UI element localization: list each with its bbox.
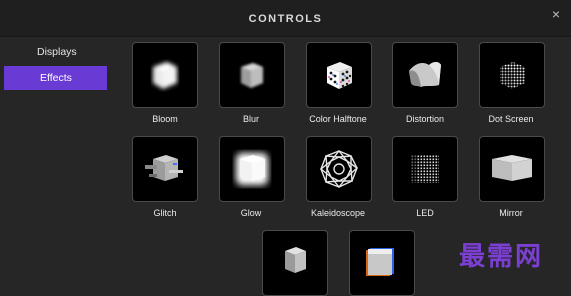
sidebar-item-effects[interactable]: Effects (4, 66, 107, 90)
kaleidoscope-icon (319, 149, 359, 189)
effect-label-led[interactable]: LED (375, 208, 475, 218)
effect-label-kaleidoscope[interactable]: Kaleidoscope (288, 208, 388, 218)
effect-label-color-halftone[interactable]: Color Halftone (288, 114, 388, 124)
effect-tile-bloom[interactable] (132, 42, 198, 108)
effect-tile-blur[interactable] (219, 42, 285, 108)
effect-label-dot-screen[interactable]: Dot Screen (461, 114, 561, 124)
blur-icon (241, 63, 263, 88)
color-halftone-icon (327, 62, 352, 89)
effect-tile-rgb-shift[interactable] (349, 230, 415, 296)
led-icon (411, 155, 439, 183)
effect-label-bloom[interactable]: Bloom (115, 114, 215, 124)
sidebar-item-displays[interactable]: Displays (4, 40, 107, 64)
dot-screen-icon (500, 62, 525, 89)
effect-tile-glitch[interactable] (132, 136, 198, 202)
mirror-icon (492, 155, 532, 181)
effect-label-mirror[interactable]: Mirror (461, 208, 561, 218)
glow-icon (236, 153, 268, 185)
window-title: CONTROLS (248, 13, 323, 25)
glitch-icon (145, 155, 183, 181)
effect-label-glow[interactable]: Glow (201, 208, 301, 218)
effect-tile-color-halftone[interactable] (306, 42, 372, 108)
sidebar: Displays Effects (4, 40, 107, 92)
close-icon[interactable]: × (549, 7, 563, 21)
rgb-shift-icon (366, 248, 394, 276)
title-bar: CONTROLS × (0, 0, 571, 37)
effect-tile-cube[interactable] (262, 230, 328, 296)
effect-tile-mirror[interactable] (479, 136, 545, 202)
effect-tile-kaleidoscope[interactable] (306, 136, 372, 202)
effect-tile-dot-screen[interactable] (479, 42, 545, 108)
watermark-text: 最需网 (459, 242, 544, 272)
effect-label-blur[interactable]: Blur (201, 114, 301, 124)
effect-tile-glow[interactable] (219, 136, 285, 202)
effect-tile-distortion[interactable] (392, 42, 458, 108)
effect-label-distortion[interactable]: Distortion (375, 114, 475, 124)
effect-tile-led[interactable] (392, 136, 458, 202)
distortion-icon (409, 62, 441, 87)
cube-icon (285, 247, 306, 273)
effect-label-glitch[interactable]: Glitch (115, 208, 215, 218)
bloom-icon (153, 62, 177, 89)
